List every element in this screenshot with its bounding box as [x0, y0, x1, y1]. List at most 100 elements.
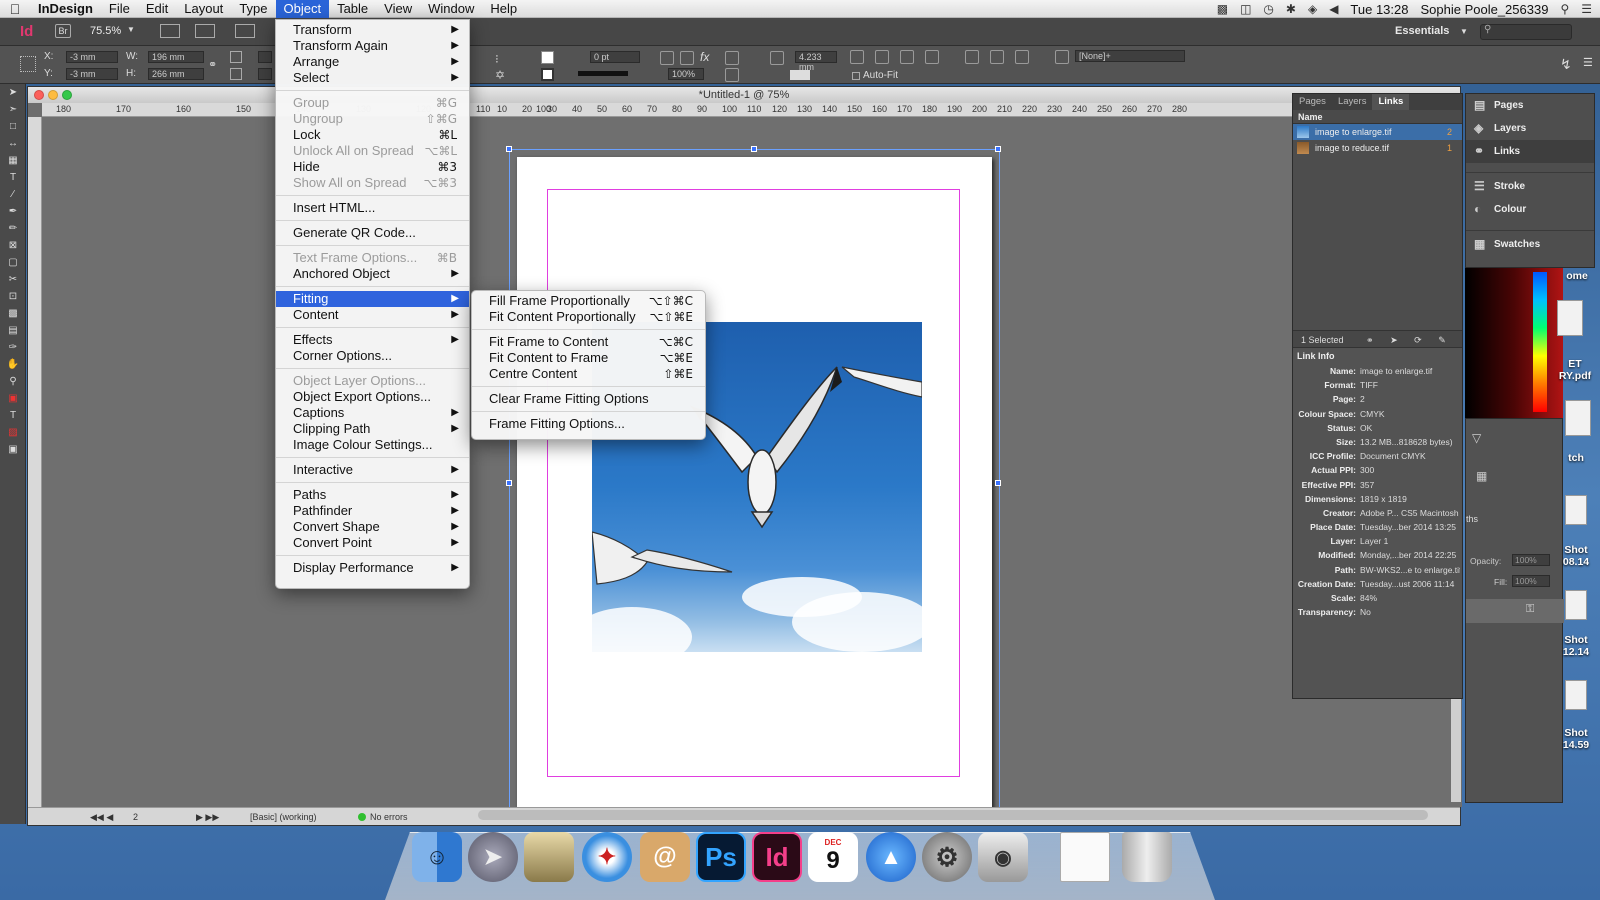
edit-original-icon[interactable]: ✎	[1438, 335, 1446, 345]
page-tool-icon[interactable]: □	[0, 118, 26, 135]
link-row[interactable]: image to enlarge.tif 2	[1293, 124, 1462, 140]
scale-y-field[interactable]	[258, 68, 272, 80]
object-menu-item-lock[interactable]: Lock ⌘L	[276, 127, 469, 143]
object-menu-item-corner-options[interactable]: Corner Options...	[276, 348, 469, 364]
object-menu-item-display-performance[interactable]: Display Performance ▶	[276, 560, 469, 576]
note-tool-icon[interactable]: ▤	[0, 322, 26, 339]
notification-center-icon[interactable]: ☰	[1581, 2, 1592, 16]
resize-handle[interactable]	[995, 480, 1001, 486]
panel-links[interactable]: ⚭ Links	[1466, 140, 1594, 163]
menu-user[interactable]: Sophie Poole_256339	[1420, 2, 1548, 17]
preview-app-icon[interactable]	[524, 832, 574, 882]
rectangle-tool-icon[interactable]: ▢	[0, 254, 26, 271]
system-preferences-icon[interactable]: ⚙	[922, 832, 972, 882]
preflight-status[interactable]: No errors	[370, 808, 408, 826]
menu-window[interactable]: Window	[420, 0, 482, 18]
menu-help[interactable]: Help	[482, 0, 525, 18]
align-icon[interactable]: ⁝	[495, 52, 499, 66]
volume-icon[interactable]: ◀	[1329, 2, 1338, 16]
page-number-field[interactable]: 2	[133, 808, 138, 826]
photoshop-icon[interactable]: Ps	[696, 832, 746, 882]
fill-opacity-field[interactable]: 100%	[1512, 575, 1550, 587]
fitting-button-4[interactable]	[925, 50, 939, 64]
panel-colour[interactable]: ◐ Colour	[1466, 198, 1594, 221]
rectangle-frame-tool-icon[interactable]: ⊠	[0, 237, 26, 254]
apply-none-icon[interactable]: ▨	[0, 424, 26, 441]
lock-icon[interactable]: ⚿	[1526, 603, 1534, 616]
fitting-menu-item-frame-fitting-options[interactable]: Frame Fitting Options...	[472, 416, 705, 432]
app-store-icon[interactable]: ▲	[866, 832, 916, 882]
object-menu-item-effects[interactable]: Effects ▶	[276, 332, 469, 348]
table-icon[interactable]: ▦	[1476, 469, 1487, 483]
hand-tool-icon[interactable]: ✋	[0, 356, 26, 373]
panel-pages[interactable]: ▤ Pages	[1466, 94, 1594, 117]
horizontal-scrollbar[interactable]	[478, 810, 1428, 820]
menu-type[interactable]: Type	[231, 0, 275, 18]
x-position-field[interactable]: -3 mm	[66, 51, 118, 63]
lightning-icon[interactable]: ↯	[1560, 56, 1572, 73]
preflight-profile[interactable]: [Basic] (working)	[250, 808, 317, 826]
frame-selection-bounds[interactable]	[506, 146, 1001, 818]
vertical-ruler[interactable]	[28, 117, 42, 807]
link-info-header[interactable]: Link Info	[1293, 348, 1462, 364]
presenter-icon[interactable]: ▩	[1217, 2, 1228, 16]
arrange-documents-button[interactable]	[235, 24, 255, 38]
content-collector-icon[interactable]: ▦	[0, 152, 26, 169]
time-machine-icon[interactable]: ◷	[1263, 2, 1273, 16]
object-menu-item-anchored-object[interactable]: Anchored Object ▶	[276, 266, 469, 282]
stroke-weight-field[interactable]: 0 pt	[590, 51, 640, 63]
fitting-button-2[interactable]	[875, 50, 889, 64]
sync-icon[interactable]: ◫	[1240, 2, 1251, 16]
object-menu-item-hide[interactable]: Hide ⌘3	[276, 159, 469, 175]
downloads-stack-icon[interactable]	[1060, 832, 1110, 882]
panel-layers[interactable]: ◈ Layers	[1466, 117, 1594, 140]
help-search-input[interactable]	[1480, 24, 1572, 40]
links-column-header[interactable]: Name	[1293, 110, 1462, 124]
object-style-dropdown[interactable]: [None]+	[1075, 50, 1185, 62]
workspace-switcher[interactable]: Essentials	[1395, 25, 1449, 37]
effects-row-selected[interactable]	[1466, 599, 1564, 623]
fill-stroke-icon[interactable]: ▣	[0, 390, 26, 407]
panel-swatches[interactable]: ▦ Swatches	[1466, 233, 1594, 256]
align-button-1[interactable]	[965, 50, 979, 64]
pen-tool-icon[interactable]: ✒	[0, 203, 26, 220]
stroke-swatch[interactable]	[541, 68, 554, 81]
line-tool-icon[interactable]: ∕	[0, 186, 26, 203]
menu-object[interactable]: Object	[275, 0, 330, 18]
object-menu-item-paths[interactable]: Paths ▶	[276, 487, 469, 503]
object-menu-item-transform[interactable]: Transform ▶	[276, 22, 469, 38]
zoom-window-button[interactable]	[62, 90, 72, 100]
object-menu-item-pathfinder[interactable]: Pathfinder ▶	[276, 503, 469, 519]
type-tool-icon[interactable]: T	[0, 169, 26, 186]
fitting-menu-item-centre-content[interactable]: Centre Content ⇧⌘E	[472, 366, 705, 382]
tab-pages[interactable]: Pages	[1293, 94, 1332, 110]
page-navigation-icon[interactable]: ◀◀ ◀	[90, 808, 113, 826]
tab-layers[interactable]: Layers	[1332, 94, 1373, 110]
object-menu-item-interactive[interactable]: Interactive ▶	[276, 462, 469, 478]
close-window-button[interactable]	[34, 90, 44, 100]
control-panel-menu-icon[interactable]: ☰	[1583, 56, 1593, 69]
text-wrap-button[interactable]	[725, 51, 739, 65]
gradient-tool-icon[interactable]: ▩	[0, 305, 26, 322]
relink-icon[interactable]: ⚭	[1366, 335, 1374, 345]
object-menu-item-fitting[interactable]: Fitting ▶	[276, 291, 469, 307]
object-menu-item-arrange[interactable]: Arrange ▶	[276, 54, 469, 70]
desktop-file-icon[interactable]	[1565, 400, 1591, 436]
app-menu-indesign[interactable]: InDesign	[30, 0, 101, 18]
fitting-button-3[interactable]	[900, 50, 914, 64]
opacity-field[interactable]: 100%	[1512, 554, 1550, 566]
desktop-file-label[interactable]: Shot 08.14	[1556, 544, 1596, 568]
frame-fit-button-1[interactable]	[660, 51, 674, 65]
distribute-icon[interactable]: ✡	[495, 68, 505, 82]
opacity-field[interactable]: 100%	[668, 68, 704, 80]
menu-view[interactable]: View	[376, 0, 420, 18]
resize-handle[interactable]	[506, 146, 512, 152]
colour-picker-field[interactable]	[1465, 268, 1563, 418]
go-to-link-icon[interactable]: ➤	[1390, 335, 1398, 345]
menu-layout[interactable]: Layout	[176, 0, 231, 18]
desktop-file-icon[interactable]	[1557, 300, 1583, 336]
filter-icon[interactable]: ▽	[1472, 431, 1481, 445]
pencil-tool-icon[interactable]: ✏	[0, 220, 26, 237]
formatting-affects-icon[interactable]: T	[0, 407, 26, 424]
view-options-button[interactable]	[160, 24, 180, 38]
